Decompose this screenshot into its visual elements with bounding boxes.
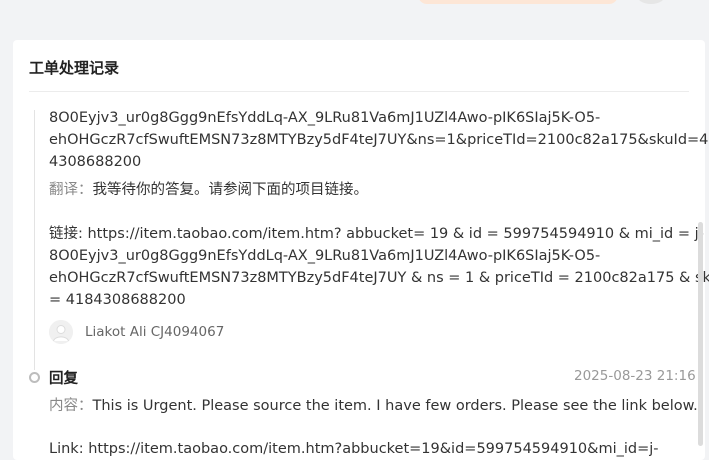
- link-line[interactable]: 8O0Eyjv3_ur0g8Ggg9nEfsYddLq-AX_9LRu81Va6…: [49, 245, 689, 267]
- link-line[interactable]: ehOHGczR7cfSwuftEMSN73z8MTYBzy5dF4teJ7UY…: [49, 267, 709, 289]
- content-text: This is Urgent. Please source the item. …: [92, 398, 698, 414]
- link-line[interactable]: 链接: https://item.taobao.com/item.htm? ab…: [49, 223, 704, 245]
- reply-timestamp: 2025-08-23 21:16: [574, 368, 696, 384]
- top-bar: [0, 0, 709, 20]
- original-line: 4308688200: [49, 154, 142, 170]
- original-line: ehOHGczR7cfSwuftEMSN73z8MTYBzy5dF4teJ7UY…: [49, 132, 709, 148]
- panel-divider: [29, 91, 689, 92]
- entry-translation: 翻译：我等待你的答复。请参阅下面的项目链接。: [49, 179, 689, 201]
- translation-label: 翻译：: [49, 182, 93, 198]
- original-line: 8O0Eyjv3_ur0g8Ggg9nEfsYddLq-AX_9LRu81Va6…: [49, 110, 601, 126]
- entry-original-text: 8O0Eyjv3_ur0g8Ggg9nEfsYddLq-AX_9LRu81Va6…: [49, 107, 709, 173]
- entry-author: Liakot Ali CJ4094067: [49, 319, 224, 345]
- reply-content: 内容：This is Urgent. Please source the ite…: [49, 395, 698, 417]
- timeline-dot-icon: [29, 372, 40, 383]
- top-user-avatar[interactable]: [636, 0, 666, 4]
- translation-text: 我等待你的答复。请参阅下面的项目链接。: [92, 182, 369, 198]
- timeline-line: [34, 110, 35, 370]
- entry-link-text: 链接: https://item.taobao.com/item.htm? ab…: [49, 223, 709, 311]
- content-label: 内容：: [49, 398, 93, 414]
- panel-title: 工单处理记录: [29, 59, 120, 77]
- author-name: Liakot Ali CJ4094067: [85, 324, 225, 340]
- top-search-pill[interactable]: [418, 0, 618, 4]
- reply-title: 回复: [49, 371, 78, 387]
- link-line[interactable]: = 4184308688200: [49, 289, 689, 311]
- user-avatar-icon: [49, 320, 73, 344]
- scrollbar[interactable]: [698, 222, 703, 446]
- reply-link[interactable]: Link: https://item.taobao.com/item.htm?a…: [49, 438, 659, 460]
